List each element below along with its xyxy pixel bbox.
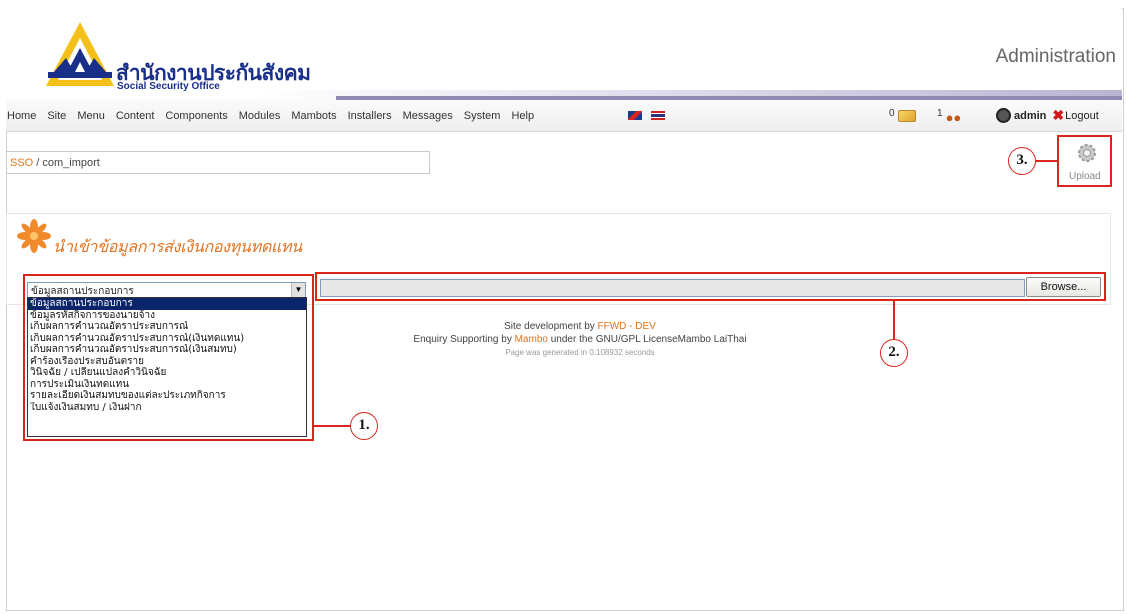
users-indicator[interactable]: 1 ●● bbox=[937, 108, 961, 125]
menu-item-content[interactable]: Content bbox=[116, 110, 155, 122]
pathway-component: / com_import bbox=[33, 157, 100, 169]
menu-item-modules[interactable]: Modules bbox=[239, 110, 281, 122]
logout-x-icon[interactable]: ✖ bbox=[1052, 107, 1064, 124]
menu-item-messages[interactable]: Messages bbox=[403, 110, 453, 122]
messages-count: 0 bbox=[889, 108, 895, 119]
callout-3-leader bbox=[1036, 160, 1057, 162]
messages-indicator[interactable]: 0 bbox=[889, 108, 916, 122]
page-title: นำเข้าข้อมูลการส่งเงินกองทุนทดแทน bbox=[53, 237, 302, 256]
footer-support-text: Enquiry Supporting by bbox=[413, 334, 515, 345]
upload-gear-icon[interactable] bbox=[1076, 142, 1098, 164]
users-icon: ●● bbox=[945, 110, 962, 125]
menu-item-menu[interactable]: Menu bbox=[77, 110, 105, 122]
footer-line-2: Enquiry Supporting by Mambo under the GN… bbox=[310, 333, 850, 346]
uk-flag-icon[interactable] bbox=[628, 111, 642, 120]
upload-button[interactable]: Upload bbox=[1069, 171, 1101, 182]
user-area: admin ✖ Logout bbox=[996, 107, 1099, 124]
users-count: 1 bbox=[937, 108, 943, 119]
callout-3: 3. bbox=[1008, 147, 1036, 175]
header: สำนักงานประกันสังคม Social Security Offi… bbox=[6, 8, 1122, 100]
callout-2-leader bbox=[893, 301, 895, 339]
footer-dev-link[interactable]: FFWD - DEV bbox=[598, 321, 656, 332]
footer-generation-time: Page was generated in 0.108932 seconds bbox=[505, 348, 655, 357]
administration-title: Administration bbox=[995, 46, 1116, 67]
menu-item-mambots[interactable]: Mambots bbox=[291, 110, 336, 122]
sso-logo-icon bbox=[46, 22, 114, 86]
callout-2: 2. bbox=[880, 339, 908, 367]
orange-star-icon bbox=[17, 219, 51, 253]
menu-item-system[interactable]: System bbox=[464, 110, 501, 122]
pathway-bar: SSO / com_import bbox=[6, 151, 430, 174]
menu-bar: Home Site Menu Content Components Module… bbox=[6, 100, 1122, 132]
footer-license-text: under the GNU/GPL LicenseMambo LaiThai bbox=[547, 334, 747, 345]
mail-icon bbox=[897, 110, 916, 122]
pathway-site-link[interactable]: SSO bbox=[10, 157, 33, 169]
menu-item-help[interactable]: Help bbox=[511, 110, 534, 122]
footer: Site development by FFWD - DEV Enquiry S… bbox=[310, 320, 850, 359]
logo-english-text: Social Security Office bbox=[117, 81, 220, 92]
footer-line-1: Site development by FFWD - DEV bbox=[310, 320, 850, 333]
footer-mambo-link[interactable]: Mambo bbox=[515, 334, 548, 345]
logout-link[interactable]: Logout bbox=[1065, 110, 1099, 122]
menu-item-components[interactable]: Components bbox=[165, 110, 227, 122]
username: admin bbox=[1014, 109, 1047, 122]
main-menu: Home Site Menu Content Components Module… bbox=[6, 110, 545, 122]
callout-1-leader bbox=[314, 425, 350, 427]
select-callout-box bbox=[23, 274, 314, 441]
admin-user-icon bbox=[996, 108, 1011, 123]
file-callout-box bbox=[315, 272, 1106, 301]
footer-dev-text: Site development by bbox=[504, 321, 598, 332]
menu-item-installers[interactable]: Installers bbox=[348, 110, 392, 122]
thai-flag-icon[interactable] bbox=[651, 111, 665, 120]
menu-item-home[interactable]: Home bbox=[7, 110, 36, 122]
menu-item-site[interactable]: Site bbox=[47, 110, 66, 122]
callout-1: 1. bbox=[350, 412, 378, 440]
